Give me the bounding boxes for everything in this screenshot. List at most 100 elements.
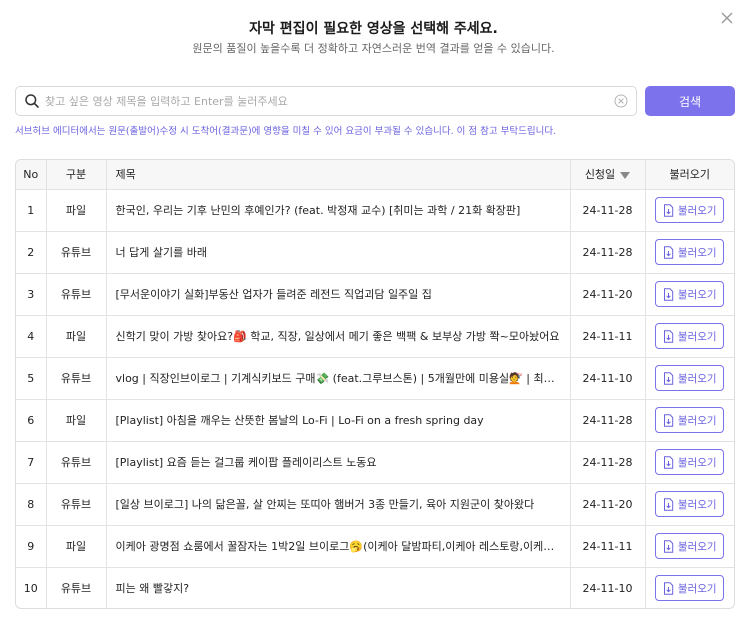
row-title: [Playlist] 요즘 듣는 걸그룹 케이팝 플레이리스트 노동요 (106, 441, 571, 484)
load-button[interactable]: 불러오기 (655, 407, 725, 433)
row-title: 한국인, 우리는 기후 난민의 후예인가? (feat. 박정재 교수) [취미… (106, 189, 571, 232)
row-no: 7 (16, 441, 47, 484)
row-date: 24-11-10 (570, 357, 646, 400)
header-date[interactable]: 신청일 (570, 160, 646, 190)
row-title: 신학기 맞이 가방 찾아요?🎒 학교, 직장, 일상에서 메기 좋은 백팩 & … (106, 315, 571, 358)
row-load-cell: 불러오기 (645, 315, 734, 358)
clear-icon[interactable] (614, 94, 628, 108)
file-download-icon (663, 203, 674, 217)
load-button[interactable]: 불러오기 (655, 491, 725, 517)
load-button[interactable]: 불러오기 (655, 575, 725, 601)
header-no: No (16, 160, 47, 190)
row-no: 10 (16, 567, 47, 608)
modal-title: 자막 편집이 필요한 영상을 선택해 주세요. (249, 21, 498, 37)
table-row: 2 유튜브 너 답게 살기를 바래 24-11-28 불러오기 (16, 231, 734, 274)
row-load-cell: 불러오기 (645, 231, 734, 274)
file-download-icon (663, 413, 674, 427)
row-load-cell: 불러오기 (645, 357, 734, 400)
file-download-icon (663, 371, 674, 385)
load-button-label: 불러오기 (677, 204, 717, 217)
header-type: 구분 (46, 160, 107, 190)
file-download-icon (663, 539, 674, 553)
row-no: 3 (16, 273, 47, 316)
row-title: 피는 왜 빨갛지? (106, 567, 571, 608)
row-title: vlog | 직장인브이로그 | 기계식키보드 구매💸 (feat.그루브스톤)… (106, 357, 571, 400)
file-download-icon (663, 287, 674, 301)
row-no: 8 (16, 483, 47, 526)
row-type: 파일 (46, 525, 107, 568)
load-button-label: 불러오기 (677, 456, 717, 469)
row-date: 24-11-10 (570, 567, 646, 608)
row-date: 24-11-28 (570, 189, 646, 232)
row-load-cell: 불러오기 (645, 189, 734, 232)
row-title: 이케아 광명점 쇼룸에서 꿀잠자는 1박2일 브이로그🥱(이케아 달밤파티,이케… (106, 525, 571, 568)
row-type: 파일 (46, 189, 107, 232)
table-row: 1 파일 한국인, 우리는 기후 난민의 후예인가? (feat. 박정재 교수) … (16, 189, 734, 232)
load-button-label: 불러오기 (677, 414, 717, 427)
row-title: [일상 브이로그] 나의 닮은꼴, 살 안찌는 또띠아 햄버거 3종 만들기, … (106, 483, 571, 526)
search-input[interactable] (45, 94, 608, 108)
row-type: 유튜브 (46, 567, 107, 608)
load-button[interactable]: 불러오기 (655, 197, 725, 223)
row-load-cell: 불러오기 (645, 441, 734, 484)
row-load-cell: 불러오기 (645, 273, 734, 316)
search-button[interactable]: 검색 (645, 86, 735, 116)
table-row: 7 유튜브 [Playlist] 요즘 듣는 걸그룹 케이팝 플레이리스트 노동요 2… (16, 441, 734, 484)
table-row: 3 유튜브 [무서운이야기 실화]부동산 업자가 들려준 레전드 직업괴담 일주일 … (16, 273, 734, 316)
row-type: 유튜브 (46, 273, 107, 316)
load-button[interactable]: 불러오기 (655, 533, 725, 559)
row-date: 24-11-11 (570, 315, 646, 358)
load-button-label: 불러오기 (677, 540, 717, 553)
row-no: 9 (16, 525, 47, 568)
file-download-icon (663, 581, 674, 595)
search-icon (25, 94, 39, 108)
row-no: 2 (16, 231, 47, 274)
table-row: 10 유튜브 피는 왜 빨갛지? 24-11-10 불러오기 (16, 567, 734, 608)
row-type: 파일 (46, 315, 107, 358)
header-load: 불러오기 (645, 160, 734, 190)
load-button[interactable]: 불러오기 (655, 281, 725, 307)
file-download-icon (663, 497, 674, 511)
notice-text: 서브허브 에디터에서는 원문(출발어)수정 시 도착어(결과문)에 영향을 미칠… (15, 126, 557, 137)
row-load-cell: 불러오기 (645, 525, 734, 568)
table-row: 6 파일 [Playlist] 아침을 깨우는 산뜻한 봄날의 Lo-Fi | Lo… (16, 399, 734, 442)
row-date: 24-11-28 (570, 399, 646, 442)
row-type: 파일 (46, 399, 107, 442)
file-download-icon (663, 329, 674, 343)
load-button-label: 불러오기 (677, 498, 717, 511)
load-button[interactable]: 불러오기 (655, 365, 725, 391)
table-row: 4 파일 신학기 맞이 가방 찾아요?🎒 학교, 직장, 일상에서 메기 좋은 백팩… (16, 315, 734, 358)
row-date: 24-11-28 (570, 441, 646, 484)
load-button[interactable]: 불러오기 (655, 239, 725, 265)
file-download-icon (663, 455, 674, 469)
video-table: No 구분 제목 신청일 불러오기 1 파일 한국인, 우리는 기후 난민의 후예인… (15, 159, 735, 609)
row-no: 4 (16, 315, 47, 358)
load-button-label: 불러오기 (677, 372, 717, 385)
row-title: [Playlist] 아침을 깨우는 산뜻한 봄날의 Lo-Fi | Lo-Fi… (106, 399, 571, 442)
row-load-cell: 불러오기 (645, 399, 734, 442)
row-date: 24-11-20 (570, 483, 646, 526)
row-type: 유튜브 (46, 357, 107, 400)
load-button-label: 불러오기 (677, 288, 717, 301)
load-button-label: 불러오기 (677, 330, 717, 343)
load-button-label: 불러오기 (677, 246, 717, 259)
row-load-cell: 불러오기 (645, 567, 734, 608)
row-date: 24-11-11 (570, 525, 646, 568)
row-date: 24-11-28 (570, 231, 646, 274)
table-row: 5 유튜브 vlog | 직장인브이로그 | 기계식키보드 구매💸 (feat.그루… (16, 357, 734, 400)
table-row: 8 유튜브 [일상 브이로그] 나의 닮은꼴, 살 안찌는 또띠아 햄버거 3종 만… (16, 483, 734, 526)
search-box (15, 86, 637, 116)
table-header-row: No 구분 제목 신청일 불러오기 (16, 160, 734, 190)
row-type: 유튜브 (46, 441, 107, 484)
row-no: 6 (16, 399, 47, 442)
header-date-label: 신청일 (584, 168, 616, 182)
video-select-modal: 자막 편집이 필요한 영상을 선택해 주세요. 원문의 품질이 높을수록 더 정… (0, 0, 747, 628)
sort-down-icon[interactable] (620, 171, 631, 179)
load-button[interactable]: 불러오기 (655, 449, 725, 475)
load-button[interactable]: 불러오기 (655, 323, 725, 349)
row-date: 24-11-20 (570, 273, 646, 316)
row-load-cell: 불러오기 (645, 483, 734, 526)
file-download-icon (663, 245, 674, 259)
table-row: 9 파일 이케아 광명점 쇼룸에서 꿀잠자는 1박2일 브이로그🥱(이케아 달밤파티… (16, 525, 734, 568)
row-title: 너 답게 살기를 바래 (106, 231, 571, 274)
